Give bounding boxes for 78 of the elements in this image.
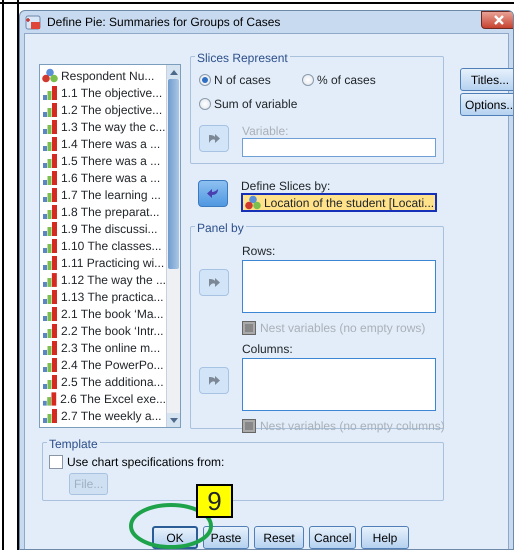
variable-item[interactable]: 1.5 There was a ... [40,152,166,169]
field-label: Columns: [242,343,294,356]
ordinal-variable-icon [42,272,58,287]
dialog-button[interactable]: Paste [203,526,249,549]
ordinal-variable-icon [42,85,58,100]
ordinal-variable-icon [42,408,58,423]
arrow-icon [206,373,222,388]
variable-item[interactable]: 2.3 The online m... [40,339,166,356]
ordinal-variable-icon [42,119,58,134]
ordinal-variable-icon [42,136,58,151]
checkbox-label: Nest variables (no empty columns) [260,418,445,435]
ordinal-variable-icon [42,374,58,389]
variable-item[interactable]: 1.11 Practicing wi... [40,254,166,271]
ordinal-variable-icon [42,187,58,202]
ordinal-variable-icon [42,221,58,236]
ordinal-variable-icon [42,153,58,168]
scrollbar-thumb[interactable] [168,79,179,269]
arrow-icon [205,186,221,201]
variable-item[interactable]: 1.10 The classes... [40,237,166,254]
checkbox-label: Use chart specifications from: [67,454,224,471]
ordinal-variable-icon [42,323,58,338]
close-button[interactable] [481,11,513,29]
field-label: Define Slices by: [241,180,332,193]
ordinal-variable-icon [42,204,58,219]
dialog-button[interactable]: Help [361,526,409,549]
columns-field[interactable] [242,358,436,411]
rows-field[interactable] [242,260,436,313]
radio-option[interactable]: Sum of variable [199,95,302,113]
radio-option[interactable]: % of cases [302,71,437,89]
dialog-button[interactable]: Reset [254,526,304,549]
checkbox[interactable] [49,455,63,469]
scrollbar[interactable] [166,65,180,427]
ordinal-variable-icon [42,255,58,270]
arrow-icon [206,275,222,290]
arrow-icon [206,131,222,146]
scroll-up-icon[interactable] [170,70,178,74]
variable-item[interactable]: 2.1 The book ‘Ma... [40,305,166,322]
nominal-variable-icon [42,68,58,83]
variable-item[interactable]: 1.8 The preparat... [40,203,166,220]
checkbox-label: Nest variables (no empty rows) [260,320,426,337]
radio-option[interactable]: N of cases [199,71,302,89]
define-slices-field[interactable]: Location of the student [Locati... [241,193,437,212]
variable-item[interactable]: 1.6 There was a ... [40,169,166,186]
window-title: Define Pie: Summaries for Groups of Cases [47,14,280,31]
close-icon[interactable] [493,15,505,25]
ordinal-variable-icon [42,102,58,117]
dialog-button[interactable]: Cancel [309,526,356,549]
ordinal-variable-icon [42,289,58,304]
variable-item[interactable]: 2.2 The book ‘Intr... [40,322,166,339]
ordinal-variable-icon [42,238,58,253]
ordinal-variable-icon [42,340,58,355]
step-number-callout: 9 [196,484,233,518]
side-button[interactable]: Titles... [460,68,513,91]
move-arrow-button[interactable] [198,180,228,207]
field-label: Variable: [242,125,290,138]
variable-item[interactable]: 1.1 The objective... [40,84,166,101]
nominal-variable-icon [245,195,261,210]
variable-item[interactable]: 1.3 The way the c... [40,118,166,135]
variable-item[interactable]: 1.13 The practica... [40,288,166,305]
variable-item[interactable]: Respondent Nu... [40,67,166,84]
variable-item[interactable]: 2.7 The weekly a... [40,407,166,424]
variable-item[interactable]: 2.4 The PowerPo... [40,356,166,373]
variable-item[interactable]: 1.12 The way the ... [40,271,166,288]
ordinal-variable-icon [42,170,58,185]
variable-field[interactable] [242,138,436,157]
pie-chart-app-icon [25,14,41,30]
ordinal-variable-icon [42,306,58,321]
variable-item[interactable]: 2.6 The Excel exe... [40,390,166,407]
variable-item[interactable]: 2.5 The additiona... [40,373,166,390]
variable-item[interactable]: 1.7 The learning ... [40,186,166,203]
ordinal-variable-icon [42,357,58,372]
variable-item[interactable]: 1.4 There was a ... [40,135,166,152]
field-label: Rows: [242,245,276,258]
side-button[interactable]: Options... [460,93,513,116]
variable-item[interactable]: 1.2 The objective... [40,101,166,118]
variable-item[interactable]: 1.9 The discussi... [40,220,166,237]
ordinal-variable-icon [42,391,58,406]
scroll-down-icon[interactable] [170,418,178,422]
